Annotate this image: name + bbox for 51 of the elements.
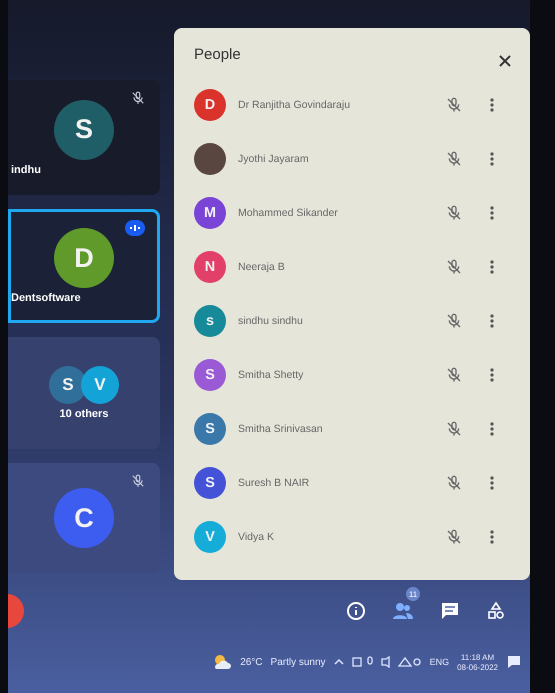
participant-name: sindhu sindhu — [238, 315, 304, 327]
participant-name: Jyothi Jayaram — [238, 153, 310, 165]
tray-icons-drawing — [352, 656, 422, 668]
participant-name: Dr Ranjitha Govindaraju — [238, 99, 352, 111]
mic-off-icon — [446, 151, 462, 167]
avatar: D — [54, 228, 114, 288]
participant-name: Suresh B NAIR — [238, 477, 310, 489]
avatar: D — [194, 89, 226, 121]
mic-off-icon — [446, 475, 462, 491]
participant-name: Vidya K — [238, 531, 275, 543]
participant-name: Mohammed Sikander — [238, 207, 339, 219]
language-indicator[interactable]: ENG — [430, 657, 450, 667]
participant-name: Dentsoftware — [11, 292, 81, 304]
mic-off-icon — [446, 421, 462, 437]
participant-name: Smitha Srinivasan — [238, 423, 324, 435]
participant-tile[interactable]: C — [8, 463, 160, 573]
weather-icon — [212, 653, 232, 671]
temperature: 26°C — [240, 656, 263, 668]
participant-name: Smitha Shetty — [238, 369, 304, 381]
panel-title: People — [194, 46, 241, 63]
clock-date[interactable]: 08-06-2022 — [457, 662, 498, 672]
mic-off-icon — [446, 367, 462, 383]
avatar: S — [194, 467, 226, 499]
participant-tile[interactable]: S V 10 others — [8, 337, 160, 449]
participant-tile[interactable]: S indhu — [8, 80, 160, 195]
avatar: S — [194, 413, 226, 445]
mic-off-icon — [446, 205, 462, 221]
participant-name: Neeraja B — [238, 261, 286, 273]
chevron-up-icon[interactable] — [334, 658, 344, 666]
avatar: S — [194, 359, 226, 391]
mic-off-icon — [446, 529, 462, 545]
avatar: N — [194, 251, 226, 283]
avatar: C — [54, 488, 114, 548]
people-count-badge: 11 — [406, 587, 420, 601]
weather-text: Partly sunny — [270, 656, 326, 668]
mic-off-icon — [446, 259, 462, 275]
avatar: s — [194, 305, 226, 337]
participant-count: 10 others — [60, 408, 108, 420]
speaking-indicator — [125, 220, 145, 236]
close-icon — [498, 54, 512, 68]
avatar: S — [54, 100, 114, 160]
mic-off-icon — [446, 313, 462, 329]
avatar: V — [81, 366, 119, 404]
clock-time[interactable]: 11:18 AM — [460, 652, 494, 662]
avatar: M — [194, 197, 226, 229]
info-button[interactable] — [344, 599, 368, 623]
mic-off-icon — [446, 97, 462, 113]
notification-icon[interactable] — [506, 654, 522, 670]
participant-name: indhu — [11, 164, 41, 176]
participant-tile[interactable]: D Dentsoftware — [8, 209, 160, 323]
avatar: V — [194, 521, 226, 553]
